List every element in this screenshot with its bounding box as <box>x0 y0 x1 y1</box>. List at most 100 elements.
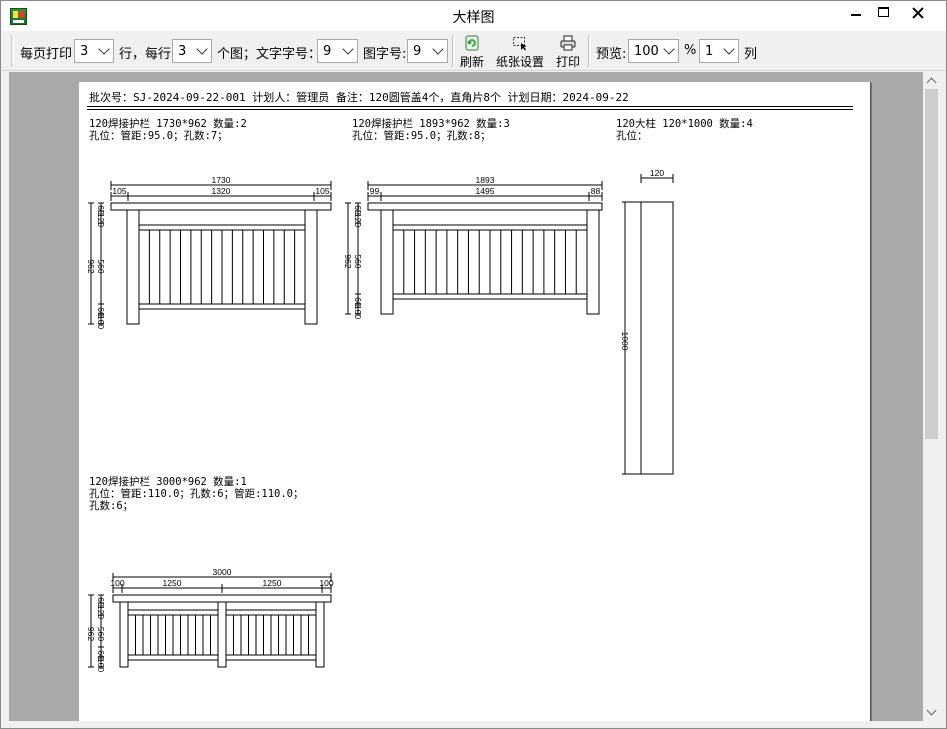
chevron-down-icon <box>723 43 735 55</box>
toolbar-separator <box>452 35 455 67</box>
post <box>380 209 394 315</box>
post <box>304 209 318 325</box>
main-window: 大样图 每页打印 3 行，每行 3 个图；文字字号： 9 图字号: 9 刷新 纸… <box>0 0 947 729</box>
toolbar-separator <box>588 35 591 67</box>
dimension-label: 1000 <box>620 332 630 351</box>
chevron-down-icon <box>196 43 208 55</box>
select-area-icon <box>513 37 527 51</box>
top-rail <box>110 202 332 211</box>
scroll-up-button[interactable] <box>923 72 940 89</box>
toolbar: 每页打印 3 行，每行 3 个图；文字字号： 9 图字号: 9 刷新 纸张设置 … <box>1 31 946 71</box>
item-title: 120大柱 120*1000 数量:4 <box>616 118 753 130</box>
chevron-down-icon <box>432 43 444 55</box>
lower-rail <box>225 654 317 661</box>
dimension-label: 1250 <box>263 578 282 588</box>
dimension-label: 560 <box>96 259 106 273</box>
dimension-label: 962 <box>86 627 96 641</box>
dimension-label: 1320 <box>212 186 231 196</box>
dimension-label: 100 <box>96 658 106 672</box>
columns-label: 列 <box>744 47 758 62</box>
dimension-label: 105 <box>315 186 329 196</box>
item-title: 120焊接护栏 1730*962 数量:2 <box>89 118 247 130</box>
close-button[interactable] <box>897 1 941 29</box>
zoom-select[interactable]: 100 <box>628 39 679 63</box>
dimension-label: 100 <box>96 315 106 329</box>
scroll-down-button[interactable] <box>923 704 940 721</box>
dimension-label: 1893 <box>476 175 495 185</box>
diagrams-label: 个图；文字字号： <box>217 47 322 62</box>
chevron-down-icon <box>663 43 675 55</box>
header-rule <box>87 109 853 110</box>
item-holes: 孔位：管距:95.0；孔数:8； <box>352 130 491 142</box>
dimension-label: 560 <box>96 627 106 641</box>
rows-per-page-label: 每页打印 <box>20 47 73 62</box>
dimension-label: 100 <box>110 578 124 588</box>
preview-label: 预览: <box>596 47 627 62</box>
dimension-label: 560 <box>353 254 363 268</box>
item-holes: 孔位：管距:110.0；孔数:6；管距:110.0； <box>89 488 304 500</box>
dimension-label: 1495 <box>476 186 495 196</box>
dimension-label: 962 <box>343 254 353 268</box>
dimension-label: 3000 <box>213 567 232 577</box>
fence-drawing: 3000100 1250 1250 1009626012056060100 <box>86 567 334 672</box>
dimension-label: 99 <box>370 186 380 196</box>
columns-select[interactable]: 1 <box>699 39 739 63</box>
minimize-icon <box>851 14 861 16</box>
post <box>126 209 140 325</box>
scroll-thumb[interactable] <box>925 89 938 439</box>
dimension-label: 120 <box>650 168 664 178</box>
item-title: 120焊接护栏 3000*962 数量:1 <box>89 476 247 488</box>
figure-size-select[interactable]: 9 <box>407 39 448 63</box>
refresh-button[interactable]: 刷新 <box>457 33 487 69</box>
top-rail <box>112 594 332 603</box>
rows-per-page-select[interactable]: 3 <box>74 39 114 63</box>
preview-area[interactable]: 批次号：SJ-2024-09-22-001 计划人：管理员 备注：120圆管盖4… <box>9 72 923 721</box>
fence-drawing: 189399 1495 889626012056060100 <box>343 175 603 319</box>
refresh-icon <box>465 35 479 51</box>
row-label: 行，每行 <box>119 47 172 62</box>
dimension-label: 1250 <box>163 578 182 588</box>
item-holes: 孔数:6； <box>89 500 134 512</box>
header-rule <box>87 106 853 107</box>
batch-info: 批次号：SJ-2024-09-22-001 计划人：管理员 备注：120圆管盖4… <box>89 91 629 104</box>
maximize-button[interactable] <box>869 1 899 29</box>
text-size-select[interactable]: 9 <box>317 39 358 63</box>
window-title: 大样图 <box>452 10 495 26</box>
minimize-button[interactable] <box>841 1 871 29</box>
chevron-down-icon <box>926 705 937 716</box>
lower-rail <box>392 293 588 300</box>
item-holes: 孔位：管距:95.0；孔数:7； <box>89 130 228 142</box>
dimension-label: 1730 <box>212 175 231 185</box>
item-title: 120焊接护栏 1893*962 数量:3 <box>352 118 510 130</box>
dimension-label: 100 <box>319 578 333 588</box>
per-row-select[interactable]: 3 <box>172 39 212 63</box>
print-button[interactable]: 打印 <box>553 33 583 69</box>
dimension-label: 105 <box>112 186 126 196</box>
maximize-icon <box>878 7 889 17</box>
top-rail <box>367 202 603 211</box>
post <box>119 601 129 668</box>
post-drawing: 120 1000 <box>620 168 674 475</box>
upper-rail <box>138 224 306 231</box>
figure-size-label: 图字号: <box>363 47 407 62</box>
post <box>586 209 600 315</box>
paper-setup-button[interactable]: 纸张设置 <box>494 33 546 69</box>
post-body <box>640 201 674 475</box>
upper-rail <box>225 609 317 616</box>
lower-rail <box>127 654 219 661</box>
dimension-label: 88 <box>591 186 601 196</box>
percent-label: % <box>684 43 697 58</box>
fence-drawing: 1730105 1320 1059626012056060100 <box>86 175 332 329</box>
vertical-scrollbar[interactable] <box>923 72 940 721</box>
lower-rail <box>138 303 306 310</box>
title-bar: 大样图 <box>1 1 946 31</box>
chevron-down-icon <box>98 43 110 55</box>
print-page: 批次号：SJ-2024-09-22-001 计划人：管理员 备注：120圆管盖4… <box>79 82 871 721</box>
item-holes: 孔位： <box>616 130 648 142</box>
chevron-up-icon <box>926 77 937 88</box>
dimension-label: 100 <box>353 305 363 319</box>
dimension-label: 962 <box>86 259 96 273</box>
chevron-down-icon <box>342 43 354 55</box>
post <box>315 601 325 668</box>
upper-rail <box>127 609 219 616</box>
